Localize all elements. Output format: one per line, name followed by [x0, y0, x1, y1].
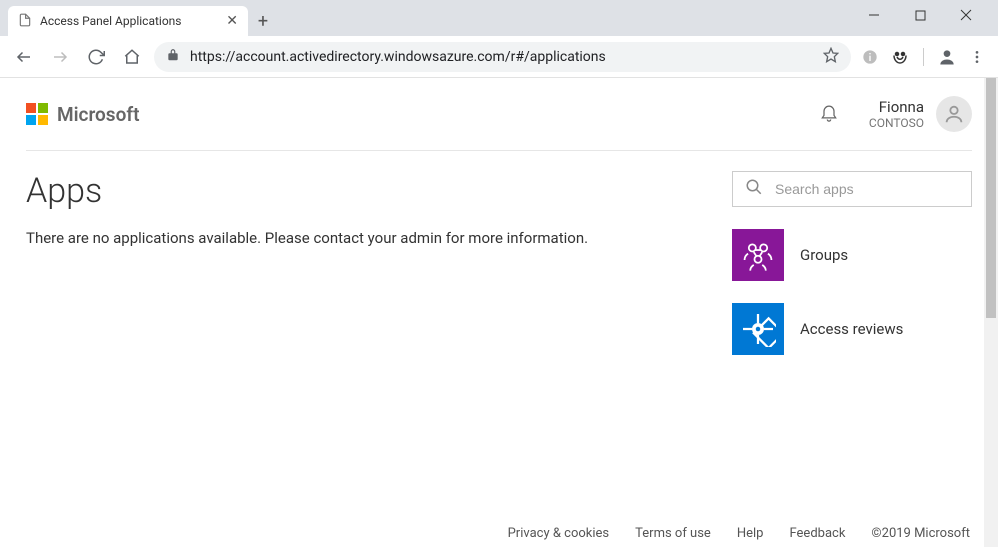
- page-icon: [18, 13, 32, 30]
- browser-menu-button[interactable]: [966, 46, 988, 68]
- microsoft-logo-text: Microsoft: [57, 103, 139, 126]
- home-button[interactable]: [118, 43, 146, 71]
- browser-tab[interactable]: Access Panel Applications ✕: [8, 6, 248, 36]
- scrollbar-thumb[interactable]: [986, 78, 996, 318]
- footer-link-help[interactable]: Help: [737, 526, 764, 541]
- footer-link-privacy[interactable]: Privacy & cookies: [508, 526, 610, 541]
- side-item-label: Access reviews: [800, 320, 903, 338]
- groups-tile-icon: [732, 229, 784, 281]
- scrollbar-track[interactable]: [984, 78, 998, 547]
- avatar: [936, 96, 972, 132]
- page-header: Microsoft Fionna CONTOSO: [26, 96, 972, 151]
- extension-icon-2[interactable]: [889, 46, 911, 68]
- browser-tab-title: Access Panel Applications: [40, 14, 182, 28]
- user-menu[interactable]: Fionna CONTOSO: [869, 96, 972, 132]
- page-viewport: Microsoft Fionna CONTOSO: [0, 78, 998, 547]
- side-item-groups[interactable]: Groups: [732, 229, 972, 281]
- page-footer: Privacy & cookies Terms of use Help Feed…: [508, 526, 970, 541]
- access-reviews-tile-icon: [732, 303, 784, 355]
- user-name: Fionna: [869, 98, 924, 116]
- profile-button[interactable]: [936, 46, 958, 68]
- notifications-button[interactable]: [819, 101, 839, 127]
- tab-close-button[interactable]: ✕: [226, 13, 238, 29]
- browser-tab-bar: Access Panel Applications ✕ +: [0, 0, 998, 36]
- reload-button[interactable]: [82, 43, 110, 71]
- address-bar[interactable]: https://account.activedirectory.windowsa…: [154, 42, 851, 72]
- forward-button[interactable]: [46, 43, 74, 71]
- search-apps-box[interactable]: [732, 171, 972, 207]
- back-button[interactable]: [10, 43, 38, 71]
- window-close-button[interactable]: [952, 1, 980, 29]
- bookmark-star-icon[interactable]: [823, 47, 839, 67]
- side-item-access-reviews[interactable]: Access reviews: [732, 303, 972, 355]
- search-input[interactable]: [775, 181, 959, 197]
- microsoft-logo[interactable]: Microsoft: [26, 103, 139, 126]
- window-controls: [860, 0, 998, 30]
- toolbar-divider: [923, 48, 924, 66]
- search-icon: [745, 178, 763, 200]
- extension-icon-1[interactable]: [859, 46, 881, 68]
- user-org: CONTOSO: [869, 116, 924, 130]
- empty-state-message: There are no applications available. Ple…: [26, 229, 702, 247]
- side-item-label: Groups: [800, 246, 848, 264]
- microsoft-logo-icon: [26, 103, 48, 125]
- window-minimize-button[interactable]: [860, 1, 888, 29]
- page-title: Apps: [26, 171, 702, 211]
- footer-copyright: ©2019 Microsoft: [871, 526, 970, 541]
- window-maximize-button[interactable]: [906, 1, 934, 29]
- new-tab-button[interactable]: +: [248, 6, 278, 36]
- footer-link-terms[interactable]: Terms of use: [635, 526, 711, 541]
- url-text: https://account.activedirectory.windowsa…: [190, 49, 813, 65]
- browser-toolbar: https://account.activedirectory.windowsa…: [0, 36, 998, 78]
- footer-link-feedback[interactable]: Feedback: [789, 526, 845, 541]
- lock-icon: [166, 48, 180, 66]
